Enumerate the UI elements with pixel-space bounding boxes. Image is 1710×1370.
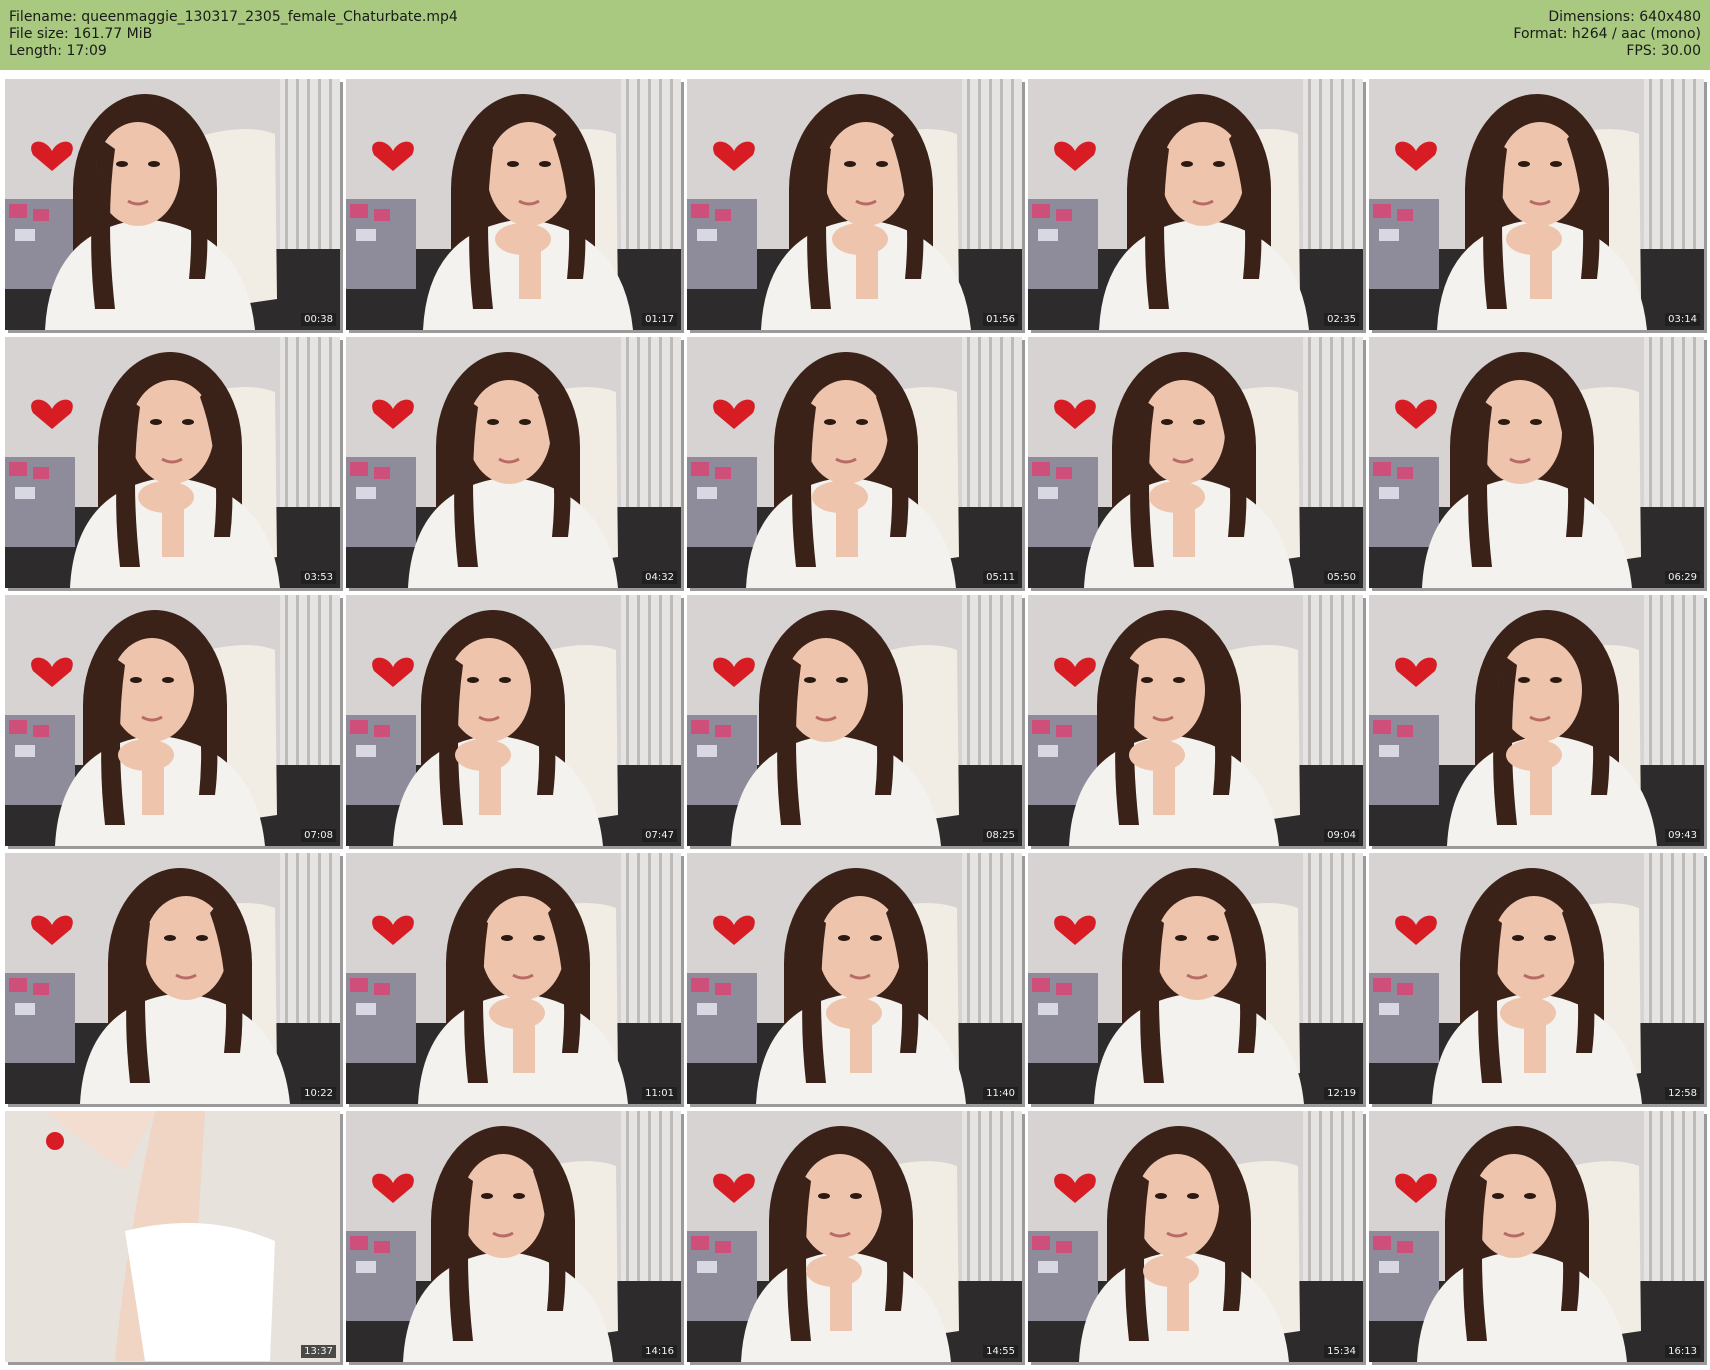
frame-timestamp: 02:35 bbox=[1324, 313, 1359, 326]
frame-timestamp: 12:19 bbox=[1324, 1087, 1359, 1100]
filename-label: Filename: queenmaggie_130317_2305_female… bbox=[9, 9, 458, 25]
thumbnail-cell[interactable]: 07:08 bbox=[5, 595, 343, 849]
frame-timestamp: 06:29 bbox=[1665, 571, 1700, 584]
thumbnail-cell[interactable]: 01:17 bbox=[346, 79, 684, 333]
length-label: Length: 17:09 bbox=[9, 43, 107, 59]
video-frame-thumbnail[interactable]: 12:58 bbox=[1369, 853, 1704, 1104]
video-frame-thumbnail[interactable]: 03:53 bbox=[5, 337, 340, 588]
frame-timestamp: 08:25 bbox=[983, 829, 1018, 842]
video-frame-thumbnail[interactable]: 12:19 bbox=[1028, 853, 1363, 1104]
video-frame-thumbnail[interactable]: 07:47 bbox=[346, 595, 681, 846]
video-frame-thumbnail[interactable]: 11:40 bbox=[687, 853, 1022, 1104]
video-frame-thumbnail[interactable]: 01:17 bbox=[346, 79, 681, 330]
frame-timestamp: 05:11 bbox=[983, 571, 1018, 584]
video-frame-thumbnail[interactable]: 14:55 bbox=[687, 1111, 1022, 1362]
thumbnail-cell[interactable]: 10:22 bbox=[5, 853, 343, 1107]
video-info: Dimensions: 640x480 Format: h264 / aac (… bbox=[1513, 9, 1701, 60]
video-frame-thumbnail[interactable]: 03:14 bbox=[1369, 79, 1704, 330]
frame-timestamp: 03:14 bbox=[1665, 313, 1700, 326]
file-info: Filename: queenmaggie_130317_2305_female… bbox=[9, 9, 458, 60]
thumbnail-cell[interactable]: 02:35 bbox=[1028, 79, 1366, 333]
video-frame-thumbnail[interactable]: 16:13 bbox=[1369, 1111, 1704, 1362]
frame-timestamp: 00:38 bbox=[301, 313, 336, 326]
video-frame-thumbnail[interactable]: 15:34 bbox=[1028, 1111, 1363, 1362]
thumbnail-cell[interactable]: 04:32 bbox=[346, 337, 684, 591]
video-frame-thumbnail[interactable]: 09:04 bbox=[1028, 595, 1363, 846]
frame-timestamp: 09:04 bbox=[1324, 829, 1359, 842]
thumbnail-grid: 00:38 01:17 01:56 02:35 03:14 03:53 04:32 05:11… bbox=[5, 79, 1707, 1365]
frame-timestamp: 11:01 bbox=[642, 1087, 677, 1100]
dimensions-label: Dimensions: 640x480 bbox=[1548, 9, 1701, 25]
video-frame-thumbnail[interactable]: 01:56 bbox=[687, 79, 1022, 330]
thumbnail-cell[interactable]: 11:40 bbox=[687, 853, 1025, 1107]
thumbnail-cell[interactable]: 08:25 bbox=[687, 595, 1025, 849]
thumbnail-cell[interactable]: 12:19 bbox=[1028, 853, 1366, 1107]
frame-timestamp: 01:17 bbox=[642, 313, 677, 326]
frame-timestamp: 04:32 bbox=[642, 571, 677, 584]
thumbnail-cell[interactable]: 03:14 bbox=[1369, 79, 1707, 333]
frame-timestamp: 05:50 bbox=[1324, 571, 1359, 584]
video-frame-thumbnail[interactable]: 07:08 bbox=[5, 595, 340, 846]
format-label: Format: h264 / aac (mono) bbox=[1513, 26, 1701, 42]
frame-timestamp: 07:47 bbox=[642, 829, 677, 842]
thumbnail-cell[interactable]: 00:38 bbox=[5, 79, 343, 333]
video-frame-thumbnail[interactable]: 02:35 bbox=[1028, 79, 1363, 330]
thumbnail-cell[interactable]: 14:16 bbox=[346, 1111, 684, 1365]
file-size-label: File size: 161.77 MiB bbox=[9, 26, 153, 42]
thumbnail-cell[interactable]: 03:53 bbox=[5, 337, 343, 591]
frame-timestamp: 16:13 bbox=[1665, 1345, 1700, 1358]
frame-timestamp: 03:53 bbox=[301, 571, 336, 584]
fps-label: FPS: 30.00 bbox=[1626, 43, 1701, 59]
frame-timestamp: 10:22 bbox=[301, 1087, 336, 1100]
video-frame-thumbnail[interactable]: 05:11 bbox=[687, 337, 1022, 588]
frame-timestamp: 13:37 bbox=[301, 1345, 336, 1358]
thumbnail-cell[interactable]: 15:34 bbox=[1028, 1111, 1366, 1365]
thumbnail-cell[interactable]: 16:13 bbox=[1369, 1111, 1707, 1365]
frame-timestamp: 09:43 bbox=[1665, 829, 1700, 842]
thumbnail-cell[interactable]: 05:50 bbox=[1028, 337, 1366, 591]
video-frame-thumbnail[interactable]: 09:43 bbox=[1369, 595, 1704, 846]
frame-timestamp: 15:34 bbox=[1324, 1345, 1359, 1358]
frame-timestamp: 07:08 bbox=[301, 829, 336, 842]
video-frame-thumbnail[interactable]: 14:16 bbox=[346, 1111, 681, 1362]
frame-timestamp: 14:16 bbox=[642, 1345, 677, 1358]
thumbnail-cell[interactable]: 01:56 bbox=[687, 79, 1025, 333]
thumbnail-cell[interactable]: 09:04 bbox=[1028, 595, 1366, 849]
video-frame-thumbnail[interactable]: 11:01 bbox=[346, 853, 681, 1104]
video-frame-thumbnail[interactable]: 13:37 bbox=[5, 1111, 340, 1362]
video-frame-thumbnail[interactable]: 05:50 bbox=[1028, 337, 1363, 588]
frame-timestamp: 14:55 bbox=[983, 1345, 1018, 1358]
info-header: Filename: queenmaggie_130317_2305_female… bbox=[0, 0, 1710, 70]
frame-timestamp: 11:40 bbox=[983, 1087, 1018, 1100]
video-frame-thumbnail[interactable]: 08:25 bbox=[687, 595, 1022, 846]
thumbnail-cell[interactable]: 07:47 bbox=[346, 595, 684, 849]
thumbnail-cell[interactable]: 13:37 bbox=[5, 1111, 343, 1365]
thumbnail-cell[interactable]: 05:11 bbox=[687, 337, 1025, 591]
video-frame-thumbnail[interactable]: 00:38 bbox=[5, 79, 340, 330]
frame-timestamp: 12:58 bbox=[1665, 1087, 1700, 1100]
thumbnail-cell[interactable]: 11:01 bbox=[346, 853, 684, 1107]
thumbnail-cell[interactable]: 06:29 bbox=[1369, 337, 1707, 591]
video-frame-thumbnail[interactable]: 04:32 bbox=[346, 337, 681, 588]
video-frame-thumbnail[interactable]: 06:29 bbox=[1369, 337, 1704, 588]
thumbnail-cell[interactable]: 12:58 bbox=[1369, 853, 1707, 1107]
thumbnail-cell[interactable]: 14:55 bbox=[687, 1111, 1025, 1365]
video-frame-thumbnail[interactable]: 10:22 bbox=[5, 853, 340, 1104]
frame-timestamp: 01:56 bbox=[983, 313, 1018, 326]
thumbnail-cell[interactable]: 09:43 bbox=[1369, 595, 1707, 849]
